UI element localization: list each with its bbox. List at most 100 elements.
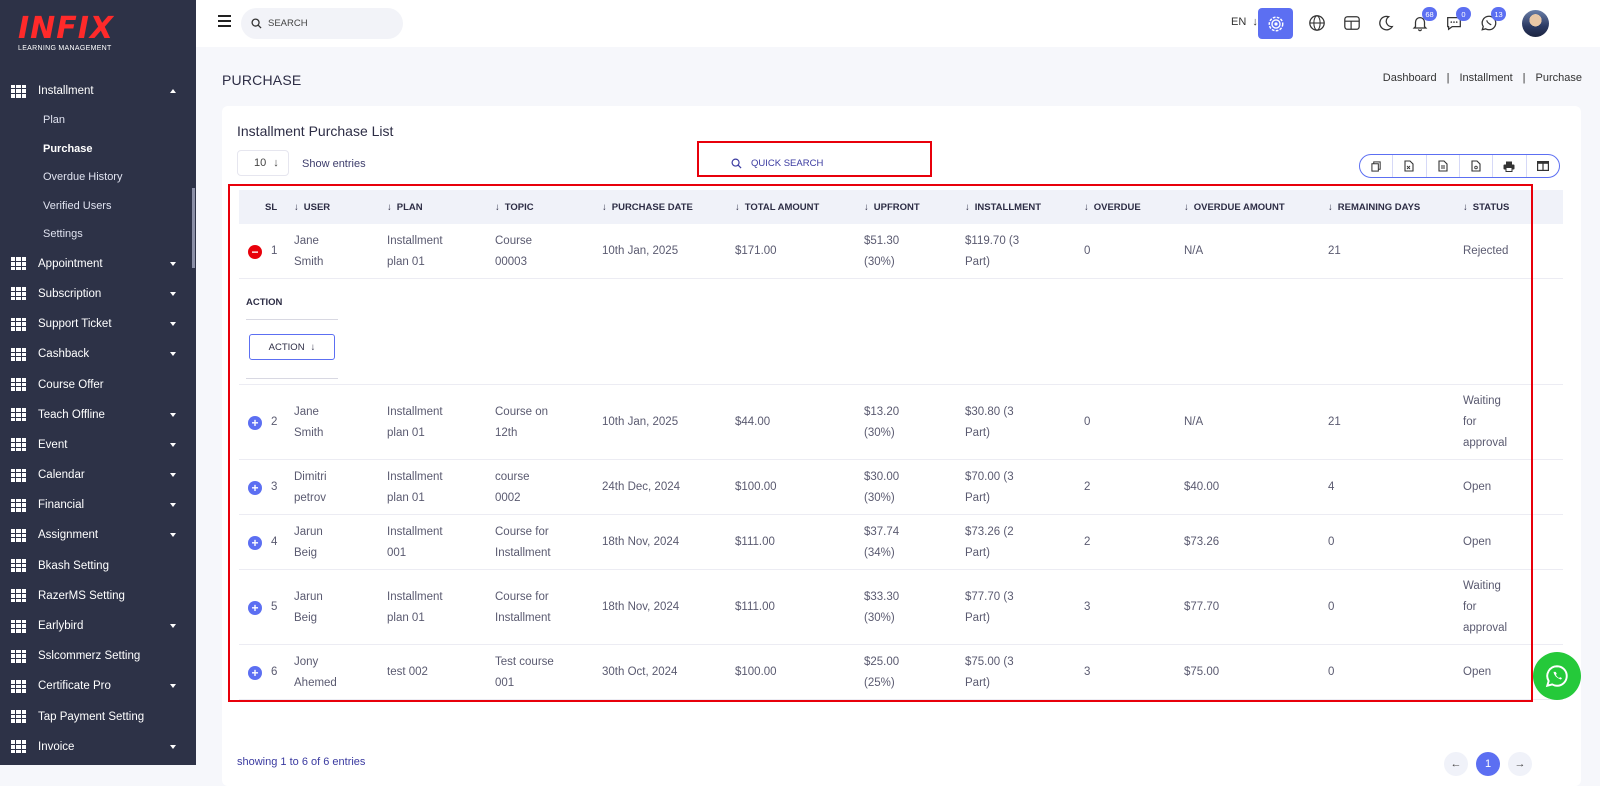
chevron-down-icon [170, 744, 176, 749]
whatsapp-icon [1545, 665, 1568, 688]
grid-menu-icon [11, 438, 26, 452]
sidebar-item-sslcommerz-setting[interactable]: Sslcommerz Setting [0, 641, 196, 671]
breadcrumb-separator: | [1522, 72, 1526, 84]
entries-per-page-select[interactable]: 10 ↓ [237, 150, 289, 176]
global-search[interactable] [241, 8, 403, 39]
pagination-info: showing 1 to 6 of 6 entries [237, 756, 366, 768]
grid-menu-icon [11, 84, 26, 98]
chevron-down-icon [170, 503, 176, 508]
brand-logo[interactable]: INFIX LEARNING MANAGEMENT [18, 11, 115, 53]
csv-export-button[interactable] [1427, 155, 1460, 177]
grid-menu-icon [11, 710, 26, 724]
grid-menu-icon [11, 619, 26, 633]
search-icon [251, 18, 262, 29]
sidebar-item-label: Support Ticket [38, 318, 112, 331]
sidebar-item-label: Calendar [38, 469, 85, 482]
prev-page-button[interactable]: ← [1444, 752, 1468, 776]
sidebar-item-bkash-setting[interactable]: Bkash Setting [0, 551, 196, 581]
copy-icon [1371, 160, 1381, 172]
messages-icon[interactable]: 0 [1445, 7, 1471, 32]
sidebar-subitem-settings[interactable]: Settings [0, 220, 196, 249]
grid-menu-icon [11, 378, 26, 392]
layout-icon[interactable] [1343, 14, 1361, 32]
grid-menu-icon [11, 498, 26, 512]
brand-name: INFIX [18, 11, 115, 46]
language-value: EN [1231, 16, 1247, 28]
breadcrumb-dashboard[interactable]: Dashboard [1383, 72, 1437, 84]
sidebar-item-invoice[interactable]: Invoice [0, 732, 196, 762]
arrow-down-icon: ↓ [1249, 16, 1258, 28]
sidebar-item-course-offer[interactable]: Course Offer [0, 369, 196, 399]
sidebar-item-label: Cashback [38, 348, 90, 361]
chevron-down-icon [170, 684, 176, 689]
sidebar-item-razerms-setting[interactable]: RazerMS Setting [0, 581, 196, 611]
breadcrumb: Dashboard | Installment | Purchase [1383, 72, 1582, 84]
sidebar-item-event[interactable]: Event [0, 430, 196, 460]
column-visibility-button[interactable] [1527, 155, 1559, 177]
copy-button[interactable] [1360, 155, 1394, 177]
page-number: 1 [1484, 758, 1492, 770]
chevron-down-icon [170, 473, 176, 478]
excel-export-button[interactable] [1393, 155, 1427, 177]
sidebar-scrollbar[interactable] [192, 188, 195, 268]
sidebar-item-assignment[interactable]: Assignment [0, 520, 196, 550]
globe-icon[interactable] [1308, 14, 1326, 32]
sidebar-item-label: Teach Offline [38, 408, 105, 421]
sidebar-item-label: Financial [38, 499, 85, 512]
sidebar-item-label: Sslcommerz Setting [38, 650, 141, 663]
csv-file-icon [1438, 160, 1448, 172]
page-1-button[interactable]: 1 [1476, 752, 1500, 776]
print-button[interactable] [1493, 155, 1527, 177]
chevron-down-icon [170, 261, 176, 266]
breadcrumb-installment[interactable]: Installment [1459, 72, 1512, 84]
notifications-bell-icon[interactable]: 68 [1411, 7, 1437, 32]
search-input[interactable] [268, 18, 388, 29]
grid-menu-icon [11, 679, 26, 693]
chevron-down-icon [170, 322, 176, 327]
chevron-down-icon [170, 533, 176, 538]
sidebar-item-installment[interactable]: Installment [0, 76, 196, 106]
menu-toggle-icon[interactable] [218, 15, 231, 27]
whatsapp-icon[interactable]: 13 [1480, 7, 1506, 32]
user-avatar[interactable] [1522, 10, 1549, 37]
language-select[interactable]: EN ↓ [1231, 16, 1258, 28]
arrow-left-icon: ← [1450, 758, 1462, 770]
sidebar-subitem-overdue-history[interactable]: Overdue History [0, 163, 196, 192]
sidebar-item-teach-offline[interactable]: Teach Offline [0, 400, 196, 430]
grid-menu-icon [11, 559, 26, 573]
sidebar-item-cashback[interactable]: Cashback [0, 339, 196, 369]
next-page-button[interactable]: → [1508, 752, 1532, 776]
sidebar-subitem-plan[interactable]: Plan [0, 106, 196, 135]
chevron-down-icon [170, 412, 176, 417]
sidebar-subitem-purchase[interactable]: Purchase [0, 135, 196, 164]
show-entries-label: Show entries [302, 158, 366, 170]
grid-menu-icon [11, 287, 26, 301]
sidebar-item-label: RazerMS Setting [38, 589, 125, 602]
sidebar-item-calendar[interactable]: Calendar [0, 460, 196, 490]
sidebar-item-label: Invoice [38, 740, 75, 753]
sidebar-item-earlybird[interactable]: Earlybird [0, 611, 196, 641]
sidebar-subitem-verified-users[interactable]: Verified Users [0, 192, 196, 221]
sidebar-item-certificate-pro[interactable]: Certificate Pro [0, 671, 196, 701]
pdf-export-button[interactable] [1460, 155, 1494, 177]
dark-mode-moon-icon[interactable] [1377, 14, 1395, 32]
chevron-down-icon [170, 442, 176, 447]
sidebar-item-financial[interactable]: Financial [0, 490, 196, 520]
columns-icon [1536, 161, 1549, 171]
messages-badge: 0 [1456, 7, 1471, 21]
whatsapp-chat-button[interactable] [1533, 652, 1581, 700]
quick-search-highlight [697, 141, 932, 177]
topbar: EN ↓ 68 0 13 [196, 0, 1600, 47]
sidebar-item-appointment[interactable]: Appointment [0, 249, 196, 279]
settings-gear-button[interactable] [1258, 8, 1293, 39]
sidebar-item-tap-payment-setting[interactable]: Tap Payment Setting [0, 702, 196, 732]
page-title: PURCHASE [222, 72, 302, 88]
brand-subtitle: LEARNING MANAGEMENT [18, 45, 112, 52]
export-toolbar [1359, 154, 1560, 178]
grid-menu-icon [11, 740, 26, 754]
grid-menu-icon [11, 317, 26, 331]
sidebar-item-support-ticket[interactable]: Support Ticket [0, 309, 196, 339]
sidebar: INFIX LEARNING MANAGEMENT Installment Pla… [0, 0, 196, 765]
sidebar-item-subscription[interactable]: Subscription [0, 279, 196, 309]
grid-menu-icon [11, 408, 26, 422]
